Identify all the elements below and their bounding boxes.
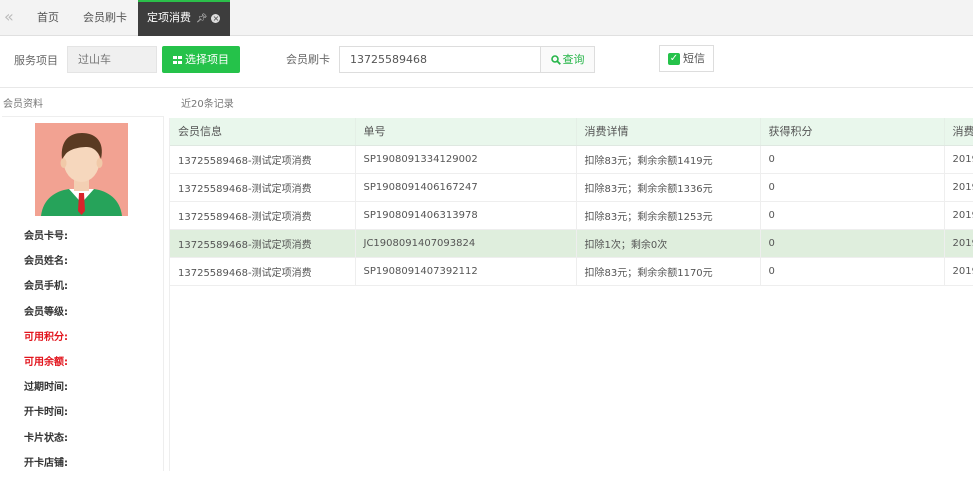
cell-order-no: SP1908091334129002 [355,145,577,174]
field-open-time: 开卡时间: [24,407,68,419]
cell-points: 0 [760,257,945,286]
cell-time: 2019 [944,145,973,174]
field-card-number: 会员卡号: [24,231,68,242]
cell-time: 2019 [944,201,973,230]
sms-label: 短信 [683,52,705,65]
field-open-store: 开卡店铺: [24,457,68,469]
grid-icon [173,56,182,64]
tab-member-card[interactable]: 会员刷卡 [74,0,136,36]
member-info-title: 会员资料 [3,99,43,110]
table-row[interactable]: 13725589468-测试定项消费 SP1908091407392112 扣除… [170,257,973,286]
field-name: 会员姓名: [24,256,68,268]
cell-detail: 扣除1次；剩余0次 [576,229,761,258]
query-label: 查询 [562,53,585,66]
tab-label: 定项消费 [147,11,191,24]
field-level: 会员等级: [24,306,68,318]
records-table-wrap: 会员信息 单号 消费详情 获得积分 消费 13725589468-测试定项消费 … [169,118,973,471]
tab-home[interactable]: 首页 [26,0,70,36]
tab-bar: « 首页 会员刷卡 定项消费 📌︎ × [0,0,973,36]
card-label: 会员刷卡 [286,53,330,66]
cell-member-info: 13725589468-测试定项消费 [170,173,356,202]
sms-checkbox[interactable]: ✓ 短信 [659,45,714,72]
cell-points: 0 [760,173,945,202]
records-title: 近20条记录 [181,99,234,110]
card-input[interactable]: 13725589468 [339,46,541,73]
user-avatar-icon [35,123,128,216]
cell-detail: 扣除83元；剩余余额1253元 [576,201,761,230]
query-button[interactable]: 查询 [540,46,595,73]
cell-time: 2019 [944,173,973,202]
col-order-no[interactable]: 单号 [355,118,577,146]
cell-order-no: SP1908091406167247 [355,173,577,202]
checkmark-icon: ✓ [668,53,680,65]
search-icon [550,55,561,65]
records-table: 会员信息 单号 消费详情 获得积分 消费 13725589468-测试定项消费 … [170,118,973,286]
cell-order-no: SP1908091406313978 [355,201,577,230]
col-member-info[interactable]: 会员信息 [170,118,356,146]
scroll-left-icon[interactable]: « [4,9,14,25]
table-row[interactable]: 13725589468-测试定项消费 SP1908091334129002 扣除… [170,145,973,174]
member-fields: 会员卡号: 会员姓名: 会员手机: 会员等级: 可用积分: 可用余额: 过期时间… [24,228,68,480]
service-input[interactable]: 过山车 [67,46,157,73]
select-item-label: 选择项目 [185,53,229,66]
cell-points: 0 [760,145,945,174]
cell-member-info: 13725589468-测试定项消费 [170,201,356,230]
cell-member-info: 13725589468-测试定项消费 [170,145,356,174]
cell-time: 2019 [944,229,973,258]
cell-time: 2019 [944,257,973,286]
field-expiry: 过期时间: [24,382,68,394]
pin-icon[interactable]: 📌︎ [196,14,207,24]
tab-fixed-consumption[interactable]: 定项消费 📌︎ × [138,0,230,36]
field-available-balance: 可用余额: [24,356,68,368]
cell-detail: 扣除83元；剩余余额1419元 [576,145,761,174]
cell-detail: 扣除83元；剩余余额1170元 [576,257,761,286]
member-panel: 会员卡号: 会员姓名: 会员手机: 会员等级: 可用积分: 可用余额: 过期时间… [2,116,164,471]
field-phone: 会员手机: [24,281,68,293]
cell-member-info: 13725589468-测试定项消费 [170,257,356,286]
col-consumption-detail[interactable]: 消费详情 [576,118,761,146]
table-row[interactable]: 13725589468-测试定项消费 SP1908091406313978 扣除… [170,201,973,230]
cell-points: 0 [760,229,945,258]
select-item-button[interactable]: 选择项目 [162,46,240,73]
cell-order-no: SP1908091407392112 [355,257,577,286]
filter-bar: 服务项目 过山车 选择项目 会员刷卡 13725589468 查询 ✓ 短信 [0,36,973,88]
col-consumption-time[interactable]: 消费 [944,118,973,146]
col-points-earned[interactable]: 获得积分 [760,118,945,146]
field-available-points: 可用积分: [24,331,68,343]
cell-detail: 扣除83元；剩余余额1336元 [576,173,761,202]
service-label: 服务项目 [14,54,58,67]
avatar [35,123,128,216]
table-row-selected[interactable]: 13725589468-测试定项消费 JC1908091407093824 扣除… [170,229,973,258]
cell-member-info: 13725589468-测试定项消费 [170,229,356,258]
table-row[interactable]: 13725589468-测试定项消费 SP1908091406167247 扣除… [170,173,973,202]
cell-order-no: JC1908091407093824 [355,229,577,258]
table-header: 会员信息 单号 消费详情 获得积分 消费 [170,118,973,146]
cell-points: 0 [760,201,945,230]
field-card-status: 卡片状态: [24,432,68,444]
close-icon[interactable]: × [211,13,221,23]
